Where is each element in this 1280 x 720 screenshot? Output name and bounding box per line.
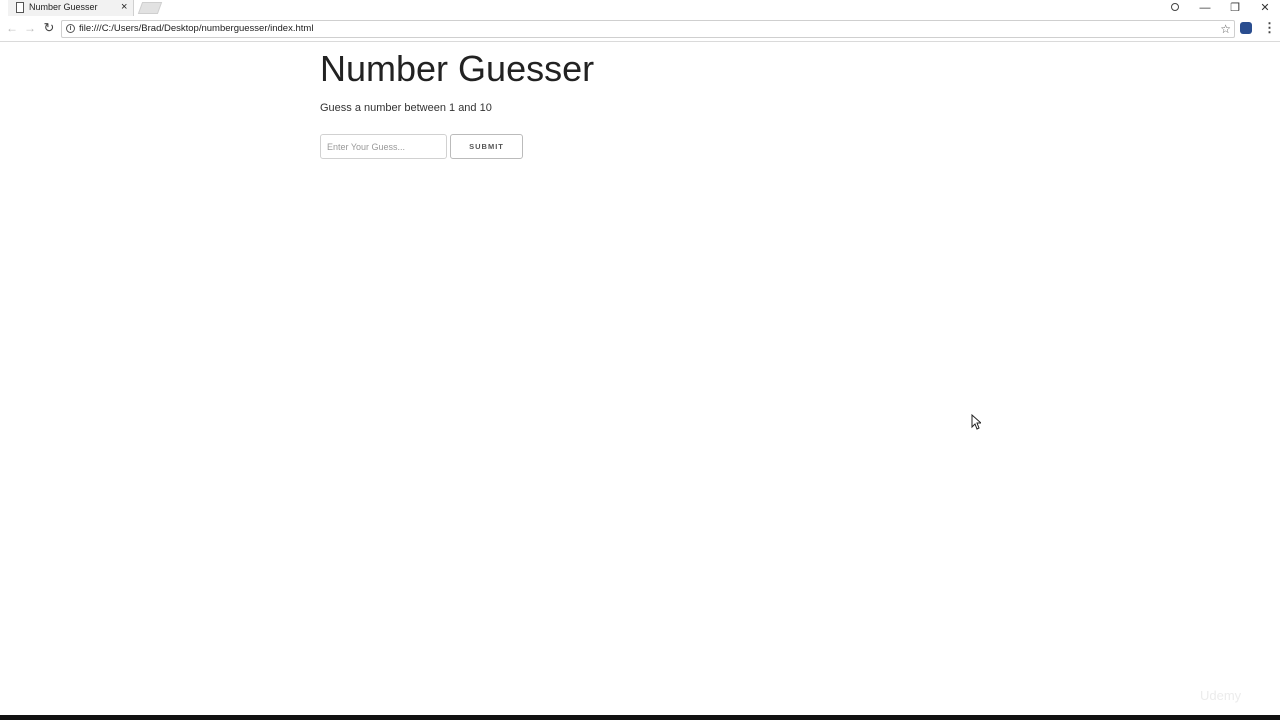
browser-menu-icon[interactable]: ⋮ bbox=[1263, 20, 1276, 36]
profile-icon bbox=[1171, 3, 1179, 11]
extension-icon[interactable] bbox=[1240, 22, 1252, 34]
url-text[interactable]: file:///C:/Users/Brad/Desktop/numbergues… bbox=[79, 23, 313, 34]
address-bar[interactable]: i file:///C:/Users/Brad/Desktop/numbergu… bbox=[61, 20, 1235, 38]
mouse-cursor-icon bbox=[971, 414, 981, 430]
guess-input[interactable] bbox=[320, 134, 447, 159]
info-icon[interactable]: i bbox=[66, 24, 75, 33]
udemy-watermark: Udemy bbox=[1200, 688, 1242, 703]
forward-arrow-icon[interactable]: → bbox=[22, 20, 38, 36]
restore-button[interactable]: ❐ bbox=[1220, 1, 1250, 15]
bottom-bar bbox=[0, 715, 1280, 720]
tab-close-icon[interactable]: × bbox=[121, 1, 127, 14]
page-icon bbox=[16, 2, 24, 13]
tab-title: Number Guesser bbox=[29, 2, 98, 12]
tab-number-guesser[interactable]: Number Guesser × bbox=[8, 0, 134, 16]
browser-window: Number Guesser × — ❐ ✕ ← → ↻ i file:///C… bbox=[0, 0, 1280, 720]
submit-button[interactable]: SUBMIT bbox=[450, 134, 523, 159]
browser-toolbar: ← → ↻ i file:///C:/Users/Brad/Desktop/nu… bbox=[0, 16, 1280, 42]
tab-strip: Number Guesser × — ❐ ✕ bbox=[0, 0, 1280, 16]
new-tab-button[interactable] bbox=[137, 2, 163, 14]
window-controls: — ❐ ✕ bbox=[1160, 0, 1280, 16]
close-window-button[interactable]: ✕ bbox=[1250, 1, 1280, 15]
minimize-button[interactable]: — bbox=[1190, 1, 1220, 15]
reload-icon[interactable]: ↻ bbox=[41, 20, 57, 36]
profile-button[interactable] bbox=[1160, 1, 1190, 15]
instructions-text: Guess a number between 1 and 10 bbox=[320, 102, 492, 114]
bookmark-star-icon[interactable]: ☆ bbox=[1220, 21, 1231, 37]
back-arrow-icon[interactable]: ← bbox=[4, 20, 20, 36]
page-title: Number Guesser bbox=[320, 48, 595, 89]
